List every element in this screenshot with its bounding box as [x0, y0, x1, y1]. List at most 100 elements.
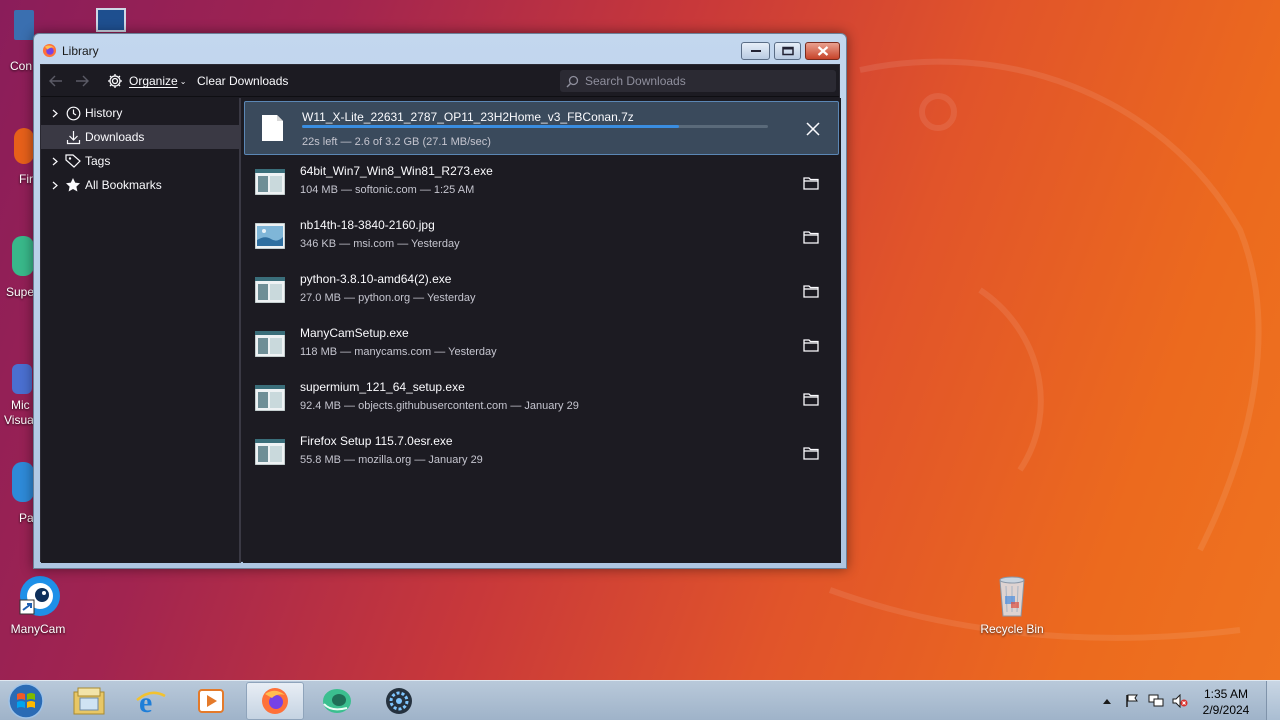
search-downloads-input[interactable]: Search Downloads [560, 70, 836, 92]
paint-icon[interactable] [12, 462, 34, 502]
window-title: Library [62, 44, 99, 58]
computer-icon[interactable] [14, 10, 34, 40]
sidebar-item-downloads[interactable]: Downloads [41, 125, 239, 149]
download-progress-fill [302, 125, 680, 128]
download-status: 22s left — 2.6 of 3.2 GB (27.1 MB/sec) [302, 136, 491, 148]
desktop-label-partial: Con [10, 59, 33, 73]
taskbar-file-explorer[interactable] [60, 682, 118, 720]
show-in-folder-button[interactable] [801, 335, 821, 355]
system-tray [1100, 681, 1192, 720]
windows-start-icon [8, 683, 44, 719]
show-hidden-icons-button[interactable] [1100, 698, 1114, 704]
chevron-right-icon[interactable] [49, 181, 61, 190]
downloads-list: W11_X-Lite_22631_2787_OP11_23H2Home_v3_F… [243, 98, 841, 563]
download-item[interactable]: supermium_121_64_setup.exe 92.4 MB — obj… [243, 372, 839, 426]
taskbar-firefox[interactable] [246, 682, 304, 720]
forward-button[interactable] [75, 65, 93, 97]
download-item[interactable]: Firefox Setup 115.7.0esr.exe 55.8 MB — m… [243, 426, 839, 480]
desktop-icon-recycle-bin[interactable]: Recycle Bin [974, 574, 1050, 637]
download-icon [65, 129, 81, 145]
cancel-download-button[interactable] [803, 119, 823, 139]
show-in-folder-button[interactable] [801, 443, 821, 463]
chevron-up-icon [1103, 699, 1111, 704]
download-item[interactable]: python-3.8.10-amd64(2).exe 27.0 MB — pyt… [243, 264, 839, 318]
action-center-flag-icon[interactable] [1120, 694, 1144, 708]
svg-text:e: e [139, 686, 152, 716]
download-filename: nb14th-18-3840-2160.jpg [300, 218, 435, 232]
download-status: 104 MB — softonic.com — 1:25 AM [300, 184, 475, 196]
exe-file-icon [255, 331, 285, 357]
exe-file-icon [255, 385, 285, 411]
sidebar-item-tags[interactable]: Tags [41, 149, 239, 173]
volume-muted-icon[interactable] [1168, 694, 1192, 708]
chevron-right-icon[interactable] [49, 157, 61, 166]
visual-studio-icon[interactable] [12, 364, 32, 394]
taskbar: e 1:35 AM 2/9/2024 [0, 680, 1280, 720]
back-arrow-icon [49, 75, 62, 87]
folder-icon [803, 447, 819, 460]
desktop-label-partial: Pa [19, 511, 34, 525]
folder-icon [803, 339, 819, 352]
exe-file-icon [255, 169, 285, 195]
taskbar-internet-explorer[interactable]: e [122, 682, 180, 720]
settings-app-icon [386, 688, 412, 714]
sidebar-item-all-bookmarks[interactable]: All Bookmarks [41, 173, 239, 197]
download-status: 27.0 MB — python.org — Yesterday [300, 292, 476, 304]
library-window: Library Organize ⌄ Clear Downloads Searc… [33, 33, 847, 569]
download-filename: 64bit_Win7_Win8_Win81_R273.exe [300, 164, 493, 178]
show-desktop-button[interactable] [1266, 681, 1280, 720]
minimize-button[interactable] [741, 42, 770, 60]
search-icon [566, 75, 579, 87]
taskbar-media-player[interactable] [182, 682, 240, 720]
firefox-icon[interactable] [14, 128, 34, 164]
system-clock[interactable]: 1:35 AM 2/9/2024 [1196, 686, 1256, 718]
exe-file-icon [255, 439, 285, 465]
start-button[interactable] [6, 683, 46, 719]
maximize-button[interactable] [774, 42, 801, 60]
desktop-icon-label: Recycle Bin [980, 622, 1044, 636]
library-client-area: Organize ⌄ Clear Downloads Search Downlo… [40, 64, 841, 563]
sidebar-item-history[interactable]: History [41, 101, 239, 125]
show-in-folder-button[interactable] [801, 173, 821, 193]
clear-downloads-label: Clear Downloads [197, 74, 289, 88]
title-bar[interactable]: Library [34, 34, 846, 64]
download-item[interactable]: nb14th-18-3840-2160.jpg 346 KB — msi.com… [243, 210, 839, 264]
download-status: 118 MB — manycams.com — Yesterday [300, 346, 497, 358]
sidebar-item-label: History [85, 106, 123, 120]
folder-icon [803, 177, 819, 190]
organize-menu-button[interactable]: Organize ⌄ [107, 65, 186, 97]
download-filename: W11_X-Lite_22631_2787_OP11_23H2Home_v3_F… [302, 110, 634, 124]
chevron-right-icon[interactable] [49, 109, 61, 118]
network-icon[interactable] [1144, 694, 1168, 708]
sidebar-item-label: Tags [85, 154, 111, 168]
clear-downloads-button[interactable]: Clear Downloads [197, 65, 288, 97]
download-item[interactable]: ManyCamSetup.exe 118 MB — manycams.com —… [243, 318, 839, 372]
library-toolbar: Organize ⌄ Clear Downloads Search Downlo… [41, 65, 839, 97]
show-in-folder-button[interactable] [801, 227, 821, 247]
download-item-active[interactable]: W11_X-Lite_22631_2787_OP11_23H2Home_v3_F… [244, 101, 839, 155]
sidebar-item-label: All Bookmarks [85, 178, 162, 192]
show-in-folder-button[interactable] [801, 281, 821, 301]
exe-file-icon [255, 277, 285, 303]
taskbar-supermium[interactable] [308, 682, 366, 720]
firefox-icon [262, 688, 288, 714]
supermium-icon [323, 689, 351, 713]
download-filename: python-3.8.10-amd64(2).exe [300, 272, 452, 286]
supermium-icon[interactable] [12, 236, 34, 276]
folder-icon [803, 285, 819, 298]
system-info-icon[interactable] [96, 8, 126, 32]
show-in-folder-button[interactable] [801, 389, 821, 409]
download-item[interactable]: 64bit_Win7_Win8_Win81_R273.exe 104 MB — … [243, 156, 839, 210]
desktop-icon-manycam[interactable]: ManyCam [0, 574, 76, 637]
library-sidebar: History Downloads Tags All Bookmarks [41, 98, 241, 563]
image-file-icon [255, 223, 285, 249]
taskbar-settings-app[interactable] [370, 682, 428, 720]
organize-label: Organize [129, 74, 178, 88]
internet-explorer-icon: e [136, 686, 166, 716]
firefox-icon [42, 43, 57, 58]
blank-file-icon [262, 115, 283, 141]
tag-icon [65, 153, 81, 169]
close-window-button[interactable] [805, 42, 840, 60]
back-button[interactable] [49, 65, 67, 97]
wallpaper-decoration [828, 58, 1262, 641]
